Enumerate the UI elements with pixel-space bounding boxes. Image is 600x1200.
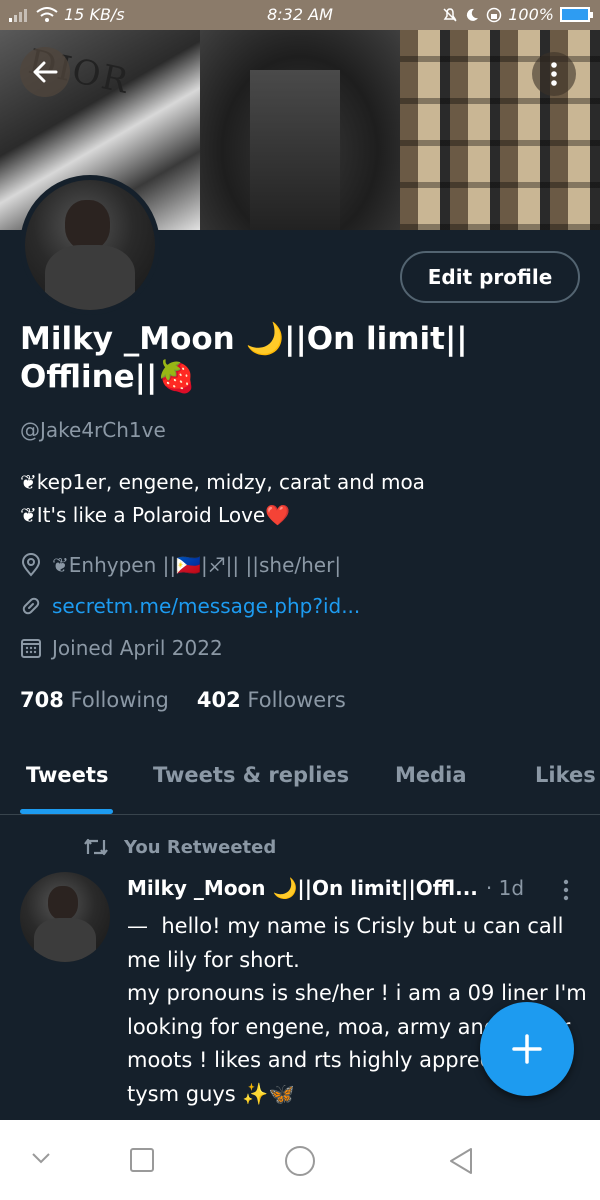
user-handle: @Jake4rCh1ve bbox=[20, 418, 166, 442]
tab-tweets-replies[interactable]: Tweets & replies bbox=[153, 763, 349, 787]
mute-bell-icon bbox=[443, 7, 457, 22]
retweet-indicator: You Retweeted bbox=[82, 836, 276, 858]
profile-location: ❦Enhypen ||🇵🇭|♐|| ||she/her| bbox=[20, 553, 341, 577]
location-text: ❦Enhypen ||🇵🇭|♐|| ||she/her| bbox=[52, 553, 342, 577]
arrow-left-icon bbox=[33, 61, 58, 83]
calendar-icon bbox=[21, 639, 41, 658]
link-icon bbox=[22, 597, 40, 615]
edit-profile-button[interactable]: Edit profile bbox=[400, 251, 580, 303]
tweet-timestamp: · 1d bbox=[485, 876, 525, 900]
following-link[interactable]: 708 Following bbox=[20, 688, 169, 712]
bio-line: ❦It's like a Polaroid Love❤️ bbox=[20, 503, 291, 527]
status-right: 100% bbox=[442, 5, 593, 24]
retweet-label: You Retweeted bbox=[124, 836, 277, 858]
plus-icon bbox=[512, 1034, 542, 1064]
tweet-author-name[interactable]: Milky _Moon 🌙||On limit||Offl... bbox=[127, 876, 478, 900]
tweet-more-button[interactable] bbox=[556, 878, 576, 902]
retweet-icon bbox=[84, 838, 108, 856]
profile-bio: ❦kep1er, engene, midzy, carat and moa ❦I… bbox=[20, 466, 580, 532]
followers-link[interactable]: 402 Followers bbox=[197, 688, 346, 712]
moon-icon bbox=[467, 8, 479, 21]
tab-media[interactable]: Media bbox=[395, 763, 467, 787]
website-link[interactable]: secretm.me/message.php?id... bbox=[52, 594, 360, 618]
more-options-button[interactable] bbox=[532, 52, 576, 96]
more-vertical-icon bbox=[563, 879, 569, 901]
profile-avatar[interactable] bbox=[20, 175, 160, 315]
battery-percent: 100% bbox=[508, 5, 554, 24]
profile-website[interactable]: secretm.me/message.php?id... bbox=[20, 594, 360, 618]
banner-photo-mirror bbox=[200, 30, 400, 230]
tweet-header: Milky _Moon 🌙||On limit||Offl... · 1d bbox=[127, 876, 547, 900]
battery-icon bbox=[560, 7, 593, 22]
circle-icon[interactable] bbox=[283, 1144, 317, 1178]
tweet-author-avatar[interactable] bbox=[20, 872, 110, 962]
joined-text: Joined April 2022 bbox=[52, 636, 223, 660]
display-name: Milky _Moon 🌙||On limit|| Offline||🍓 bbox=[20, 321, 468, 395]
following-count: 708 bbox=[20, 688, 64, 712]
system-nav-bar bbox=[0, 1120, 600, 1200]
tab-likes[interactable]: Likes bbox=[535, 763, 596, 787]
status-bar: 15 KB/s 8:32 AM 100% bbox=[0, 0, 600, 30]
profile-joined: Joined April 2022 bbox=[20, 636, 223, 660]
followers-count: 402 bbox=[196, 688, 241, 712]
chevron-down-icon[interactable] bbox=[30, 1150, 52, 1166]
square-icon[interactable] bbox=[128, 1146, 156, 1174]
more-vertical-icon bbox=[551, 62, 557, 86]
lock-rotation-icon bbox=[487, 7, 502, 22]
profile-tabs: Tweets Tweets & replies Media Likes bbox=[0, 745, 600, 815]
compose-tweet-button[interactable] bbox=[480, 1002, 574, 1096]
back-button[interactable] bbox=[20, 47, 70, 97]
active-tab-indicator bbox=[20, 809, 113, 814]
following-label: Following bbox=[70, 688, 169, 712]
tab-tweets[interactable]: Tweets bbox=[26, 763, 108, 787]
followers-label: Followers bbox=[247, 688, 346, 712]
location-pin-icon bbox=[21, 553, 41, 577]
follow-stats: 708 Following 402 Followers bbox=[20, 688, 346, 712]
bio-line: ❦kep1er, engene, midzy, carat and moa bbox=[20, 470, 425, 494]
triangle-back-icon[interactable] bbox=[446, 1146, 476, 1176]
